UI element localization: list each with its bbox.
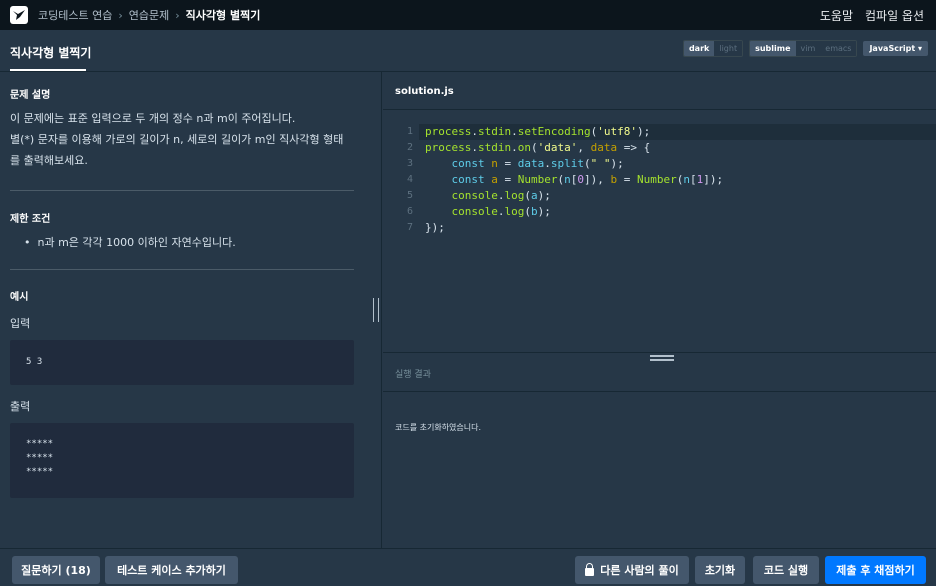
section-divider bbox=[10, 190, 354, 191]
editor-settings: dark light sublime vim emacs JavaScript … bbox=[682, 40, 928, 57]
code-line: process.stdin.setEncoding('utf8'); bbox=[425, 125, 651, 138]
result-resize-grip-icon[interactable] bbox=[650, 355, 674, 361]
input-label: 입력 bbox=[10, 317, 31, 330]
line-number: 1 bbox=[406, 126, 413, 137]
breadcrumb-practice[interactable]: 연습문제 bbox=[129, 7, 169, 23]
line-number: 5 bbox=[406, 190, 413, 201]
bottom-action-bar: 질문하기 (18) 테스트 케이스 추가하기 다른 사람의 풀이 초기화 코드 … bbox=[0, 548, 936, 586]
section-divider bbox=[10, 269, 354, 270]
code-line: console.log(b); bbox=[451, 205, 551, 218]
constraint-text: n과 m은 각각 1000 이하인 자연수입니다. bbox=[37, 236, 236, 249]
line-number: 4 bbox=[406, 174, 413, 185]
result-message: 코드를 초기화하였습니다. bbox=[395, 423, 482, 432]
theme-dark-button[interactable]: dark bbox=[683, 41, 715, 56]
keymap-vim-button[interactable]: vim bbox=[795, 41, 821, 56]
editor-header: solution.js bbox=[383, 72, 936, 110]
description-heading: 문제 설명 bbox=[10, 90, 51, 101]
description-line-2: 별(*) 문자를 이용해 가로의 길이가 n, 세로의 길이가 m인 직사각형 … bbox=[10, 133, 344, 146]
language-label: JavaScript bbox=[869, 44, 916, 53]
lock-icon bbox=[585, 563, 595, 576]
result-heading: 실행 결과 bbox=[395, 370, 431, 380]
code-line: process.stdin.on('data', data => { bbox=[425, 141, 651, 154]
help-link[interactable]: 도움말 bbox=[820, 7, 853, 24]
line-number: 6 bbox=[406, 206, 413, 217]
theme-light-button[interactable]: light bbox=[714, 41, 743, 56]
code-line: }); bbox=[425, 221, 445, 234]
breadcrumb-chevron-icon: › bbox=[175, 8, 180, 22]
reset-button[interactable]: 초기화 bbox=[695, 556, 745, 584]
questions-button[interactable]: 질문하기 (18) bbox=[12, 556, 100, 584]
description-line-1: 이 문제에는 표준 입력으로 두 개의 정수 n과 m이 주어집니다. bbox=[10, 112, 296, 125]
file-name: solution.js bbox=[395, 86, 454, 97]
code-line: const a = Number(n[0]), b = Number(n[1])… bbox=[451, 173, 724, 186]
constraint-item: • n과 m은 각각 1000 이하인 자연수입니다. bbox=[24, 234, 236, 250]
add-test-case-button[interactable]: 테스트 케이스 추가하기 bbox=[105, 556, 238, 584]
tab-problem-title[interactable]: 직사각형 별찍기 bbox=[10, 44, 91, 61]
example-heading: 예시 bbox=[10, 292, 29, 303]
compile-options-link[interactable]: 컴파일 옵션 bbox=[865, 7, 924, 24]
bullet-icon: • bbox=[24, 236, 38, 249]
code-panel: solution.js 1 2 3 4 5 6 7 process.stdin.… bbox=[383, 72, 936, 548]
line-number: 7 bbox=[406, 222, 413, 233]
tab-active-indicator bbox=[10, 69, 86, 71]
language-select[interactable]: JavaScript ▾ bbox=[863, 41, 928, 56]
caret-down-icon: ▾ bbox=[917, 44, 922, 53]
keymap-sublime-button[interactable]: sublime bbox=[750, 41, 796, 56]
code-editor[interactable]: 1 2 3 4 5 6 7 process.stdin.setEncoding(… bbox=[383, 110, 936, 352]
breadcrumb-current-problem: 직사각형 별찍기 bbox=[185, 9, 261, 22]
output-line: ***** bbox=[26, 453, 54, 463]
output-line: ***** bbox=[26, 439, 54, 449]
breadcrumb-chevron-icon: › bbox=[118, 8, 123, 22]
line-number: 2 bbox=[406, 142, 413, 153]
nav-actions: 도움말 컴파일 옵션 bbox=[820, 0, 924, 30]
code-line: console.log(a); bbox=[451, 189, 551, 202]
constraints-heading: 제한 조건 bbox=[10, 214, 51, 225]
panel-resize-handle[interactable] bbox=[373, 298, 379, 322]
keymap-toggle: sublime vim emacs bbox=[749, 40, 858, 57]
result-header: 실행 결과 bbox=[383, 352, 936, 392]
breadcrumb-coding-test[interactable]: 코딩테스트 연습 bbox=[38, 7, 112, 23]
output-label: 출력 bbox=[10, 400, 31, 413]
run-code-button[interactable]: 코드 실행 bbox=[753, 556, 819, 584]
input-line: 5 3 bbox=[26, 357, 43, 367]
code-line: const n = data.split(" "); bbox=[451, 157, 624, 170]
top-navigation: 코딩테스트 연습 › 연습문제 › 직사각형 별찍기 도움말 컴파일 옵션 bbox=[0, 0, 936, 30]
theme-toggle: dark light bbox=[682, 40, 744, 57]
problem-description-panel: 문제 설명 이 문제에는 표준 입력으로 두 개의 정수 n과 m이 주어집니다… bbox=[0, 72, 382, 548]
example-output-box: ***** ***** ***** bbox=[10, 423, 354, 498]
programmers-logo-icon[interactable] bbox=[10, 6, 28, 24]
description-line-3: 를 출력해보세요. bbox=[10, 154, 88, 167]
line-number: 3 bbox=[406, 158, 413, 169]
submit-button[interactable]: 제출 후 채점하기 bbox=[825, 556, 926, 584]
keymap-emacs-button[interactable]: emacs bbox=[820, 41, 857, 56]
others-solutions-label: 다른 사람의 풀이 bbox=[600, 564, 679, 577]
output-line: ***** bbox=[26, 467, 54, 477]
others-solutions-button[interactable]: 다른 사람의 풀이 bbox=[575, 556, 689, 584]
example-input-box: 5 3 bbox=[10, 340, 354, 385]
problem-tab-bar: 직사각형 별찍기 dark light sublime vim emacs Ja… bbox=[0, 30, 936, 72]
